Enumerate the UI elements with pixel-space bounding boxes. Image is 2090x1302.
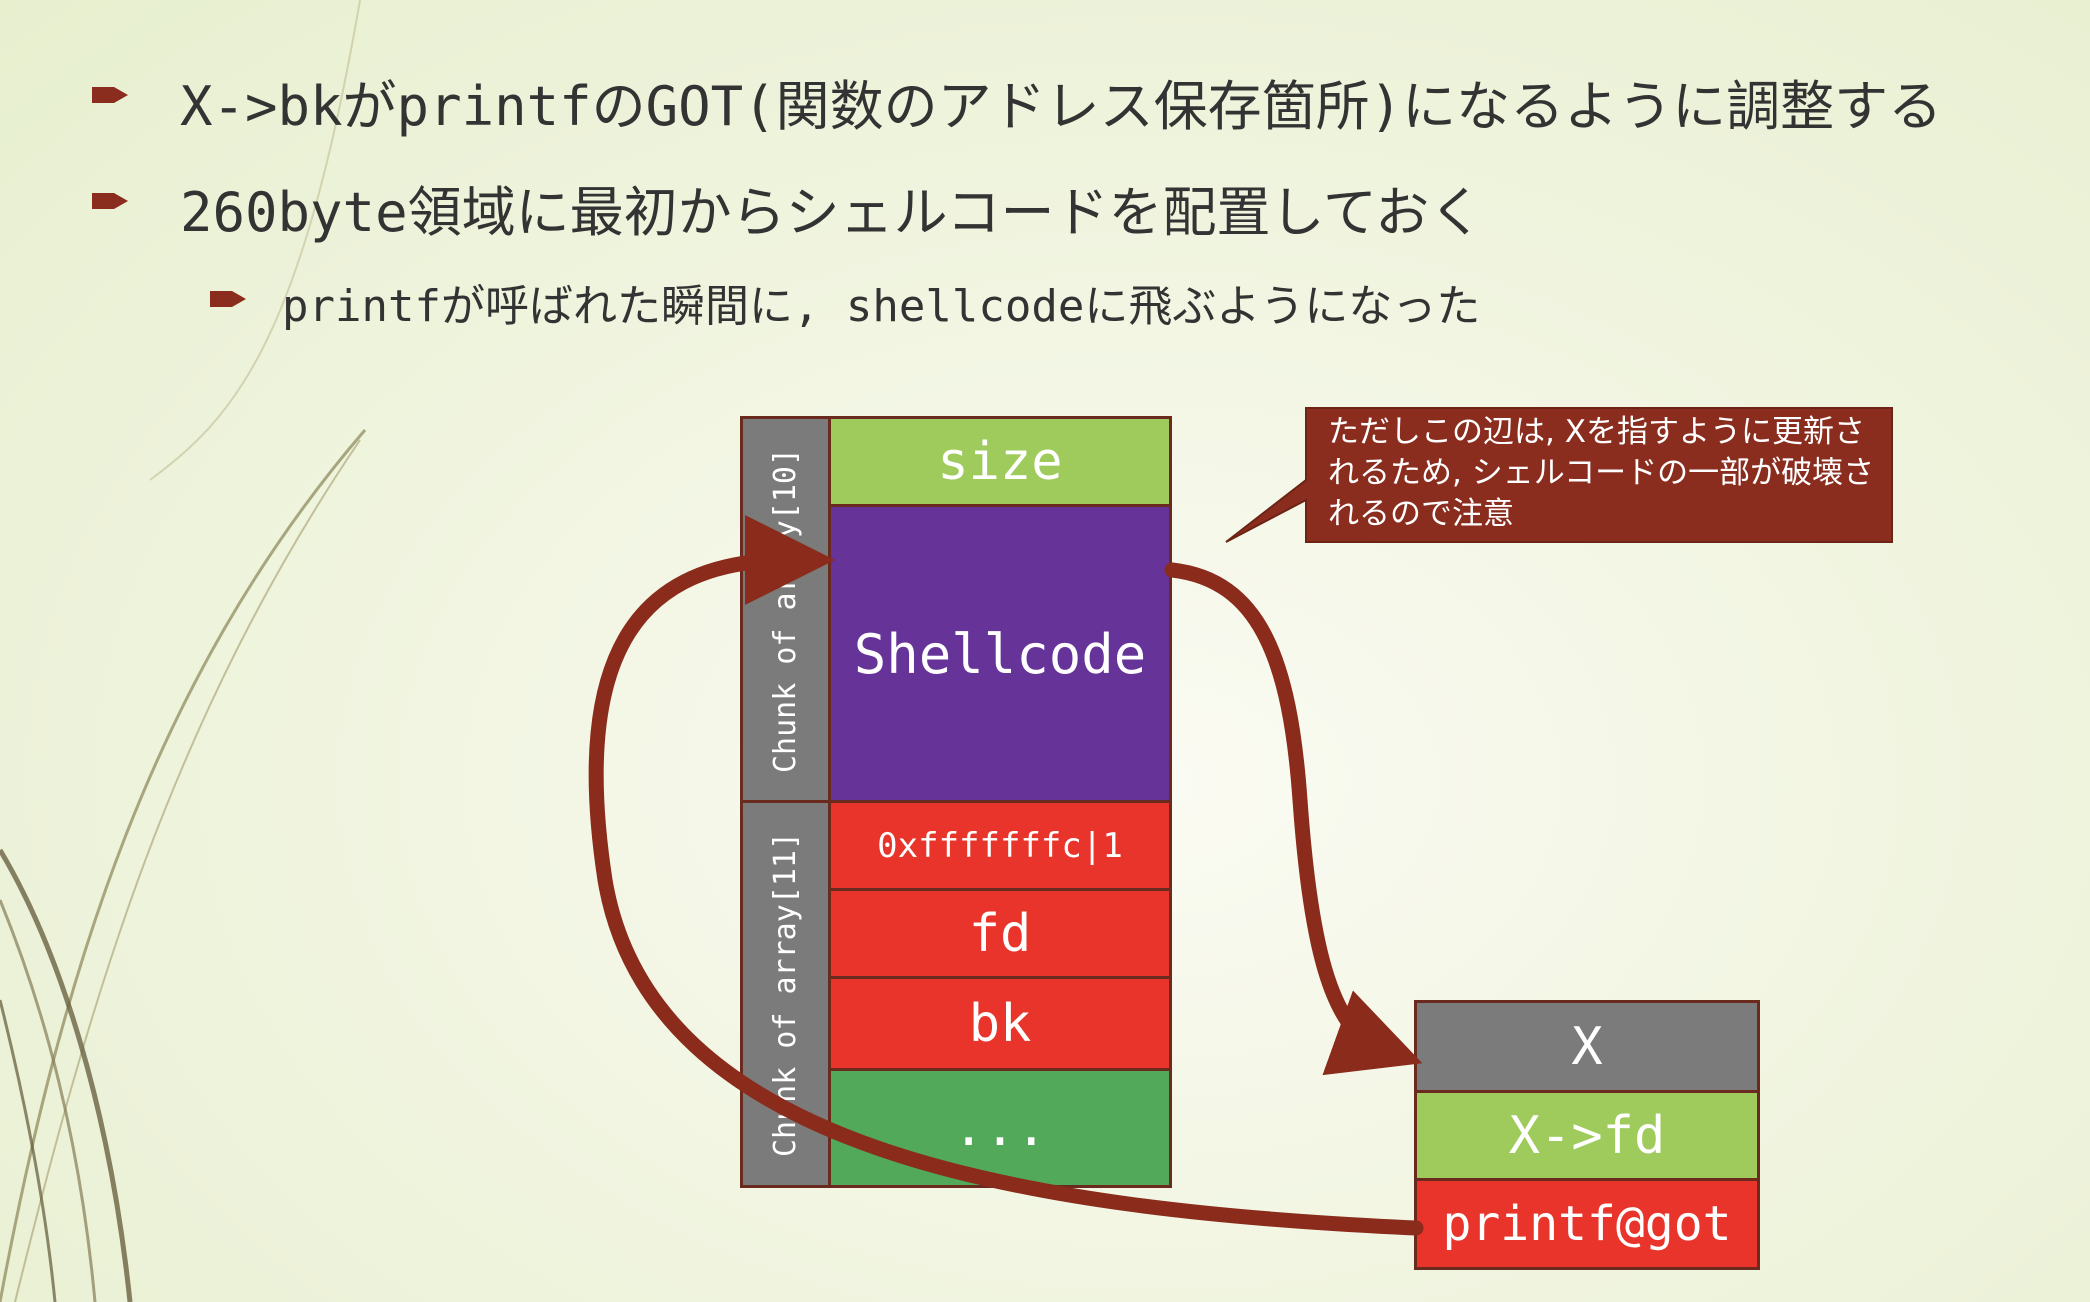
got-to-shellcode-arrow: [588, 515, 1424, 1236]
arrows-overlay: [588, 407, 1893, 1236]
shellcode-to-x-arrow: [1164, 562, 1423, 1076]
warning-callout-text: ただしこの辺は, Xを指すように更新されるため, シェルコードの一部が破壊される…: [1328, 414, 1875, 532]
